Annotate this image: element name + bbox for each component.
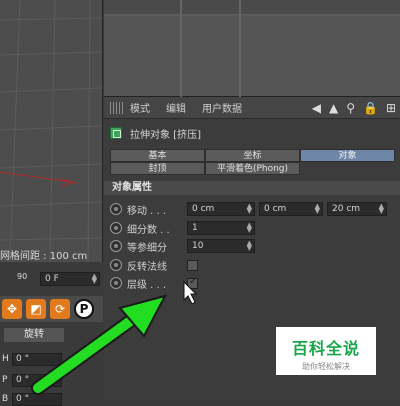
watermark: 百科全说 助你轻松解决 [276, 327, 376, 375]
section-header: 对象属性 [104, 181, 400, 195]
back-arrow-icon[interactable]: ◀ [312, 101, 321, 115]
viewport-header-edge [104, 14, 400, 16]
coord-b-field[interactable]: 0 ° [12, 392, 62, 406]
tab-empty-slot [300, 162, 395, 175]
property-row-move: 移动 . . . 0 cm ▲ ▼ 0 cm ▲ ▼ 20 cm ▲ ▼ [110, 201, 391, 217]
property-label: 细分数 . . [127, 224, 170, 236]
property-label: 移动 . . . [127, 205, 167, 217]
property-row-subdivision: 细分数 . . 1 ▲ ▼ [110, 220, 259, 236]
move-z-field[interactable]: 20 cm ▲ ▼ [327, 202, 387, 216]
coord-h-field[interactable]: 0 ° [12, 352, 62, 366]
menu-edit[interactable]: 编辑 [166, 100, 186, 115]
frame-field[interactable]: 0 F ▲ ▼ [40, 272, 100, 286]
property-row-hierarchical: 层级 . . . [110, 275, 198, 291]
coord-row-p: P 0 ° [2, 373, 62, 387]
animation-keyframe-radio[interactable] [110, 259, 122, 271]
property-row-iso-subdivision: 等参细分 10 ▲ ▼ [110, 238, 259, 254]
new-window-icon[interactable]: ⊞ [386, 101, 396, 115]
animation-keyframe-radio[interactable] [110, 203, 122, 215]
coord-row-b: B 0 ° [2, 392, 62, 406]
record-icon[interactable]: P [74, 299, 94, 319]
up-arrow-icon[interactable]: ▲ [329, 101, 338, 115]
tab-caps[interactable]: 封顶 [110, 162, 205, 175]
panel-grip-icon[interactable] [110, 101, 124, 114]
attribute-menubar: 模式 编辑 用户数据 ◀ ▲ ⚲ 🔒 ⊞ [104, 97, 400, 119]
animation-keyframe-radio[interactable] [110, 277, 122, 289]
extrude-object-icon [110, 127, 122, 139]
coord-p-field[interactable]: 0 ° [12, 373, 62, 387]
rotate-tool-icon[interactable]: ⟳ [50, 299, 70, 319]
menu-user-data[interactable]: 用户数据 [202, 100, 242, 115]
x-axis-arrowhead [61, 178, 74, 187]
tab-phong[interactable]: 平滑着色(Phong) [205, 162, 300, 175]
viewport-divider [180, 0, 182, 97]
x-axis-line [0, 171, 79, 184]
property-label: 反转法线 [127, 261, 167, 273]
animation-keyframe-radio[interactable] [110, 240, 122, 252]
property-row-flip-normals: 反转法线 [110, 257, 198, 273]
tab-grid: 基本 坐标 对象 封顶 平滑着色(Phong) [110, 149, 395, 175]
menu-mode[interactable]: 模式 [130, 100, 150, 115]
move-tool-icon[interactable]: ✥ [2, 299, 22, 319]
coord-label: P [2, 375, 8, 385]
move-y-field[interactable]: 0 cm ▲ ▼ [259, 202, 323, 216]
scale-tool-icon[interactable]: ◩ [26, 299, 46, 319]
coord-row-h: H 0 ° [2, 352, 62, 366]
hierarchical-checkbox[interactable] [187, 276, 198, 289]
move-x-field[interactable]: 0 cm ▲ ▼ [187, 202, 255, 216]
watermark-title: 百科全说 [291, 339, 360, 358]
coord-label: H [2, 354, 9, 364]
left-lower-panel: 90 0 F ▲ ▼ ✥ ◩ ⟳ P 旋转 H 0 ° P 0 ° B 0 ° [0, 262, 103, 406]
viewport-divider [239, 0, 241, 97]
search-icon[interactable]: ⚲ [346, 101, 355, 115]
object-header: 拉伸对象 [挤压] [104, 123, 400, 143]
animation-keyframe-radio[interactable] [110, 222, 122, 234]
viewport-grid [0, 0, 102, 262]
object-title: 拉伸对象 [挤压] [130, 129, 201, 141]
coord-label: B [2, 394, 9, 404]
viewport-header-strip [104, 0, 400, 14]
frame-row: 0 F ▲ ▼ [0, 272, 103, 288]
tab-object[interactable]: 对象 [300, 149, 395, 162]
lock-icon[interactable]: 🔒 [363, 101, 378, 115]
rotate-tab[interactable]: 旋转 [4, 328, 64, 342]
flip-normals-checkbox[interactable] [187, 259, 198, 271]
property-label: 等参细分 [127, 242, 167, 254]
watermark-subtitle: 助你轻松解决 [302, 362, 350, 371]
secondary-viewport[interactable] [104, 0, 400, 97]
grid-spacing-label: 网格间距 : 100 cm [0, 251, 88, 262]
3d-viewport[interactable]: 网格间距 : 100 cm [0, 0, 103, 262]
property-label: 层级 . . . [127, 279, 167, 291]
tab-coordinates[interactable]: 坐标 [205, 149, 300, 162]
iso-subdivision-field[interactable]: 10 ▲ ▼ [187, 239, 255, 253]
subdivision-field[interactable]: 1 ▲ ▼ [187, 221, 255, 235]
tab-basic[interactable]: 基本 [110, 149, 205, 162]
tool-row: ✥ ◩ ⟳ P [0, 296, 103, 322]
